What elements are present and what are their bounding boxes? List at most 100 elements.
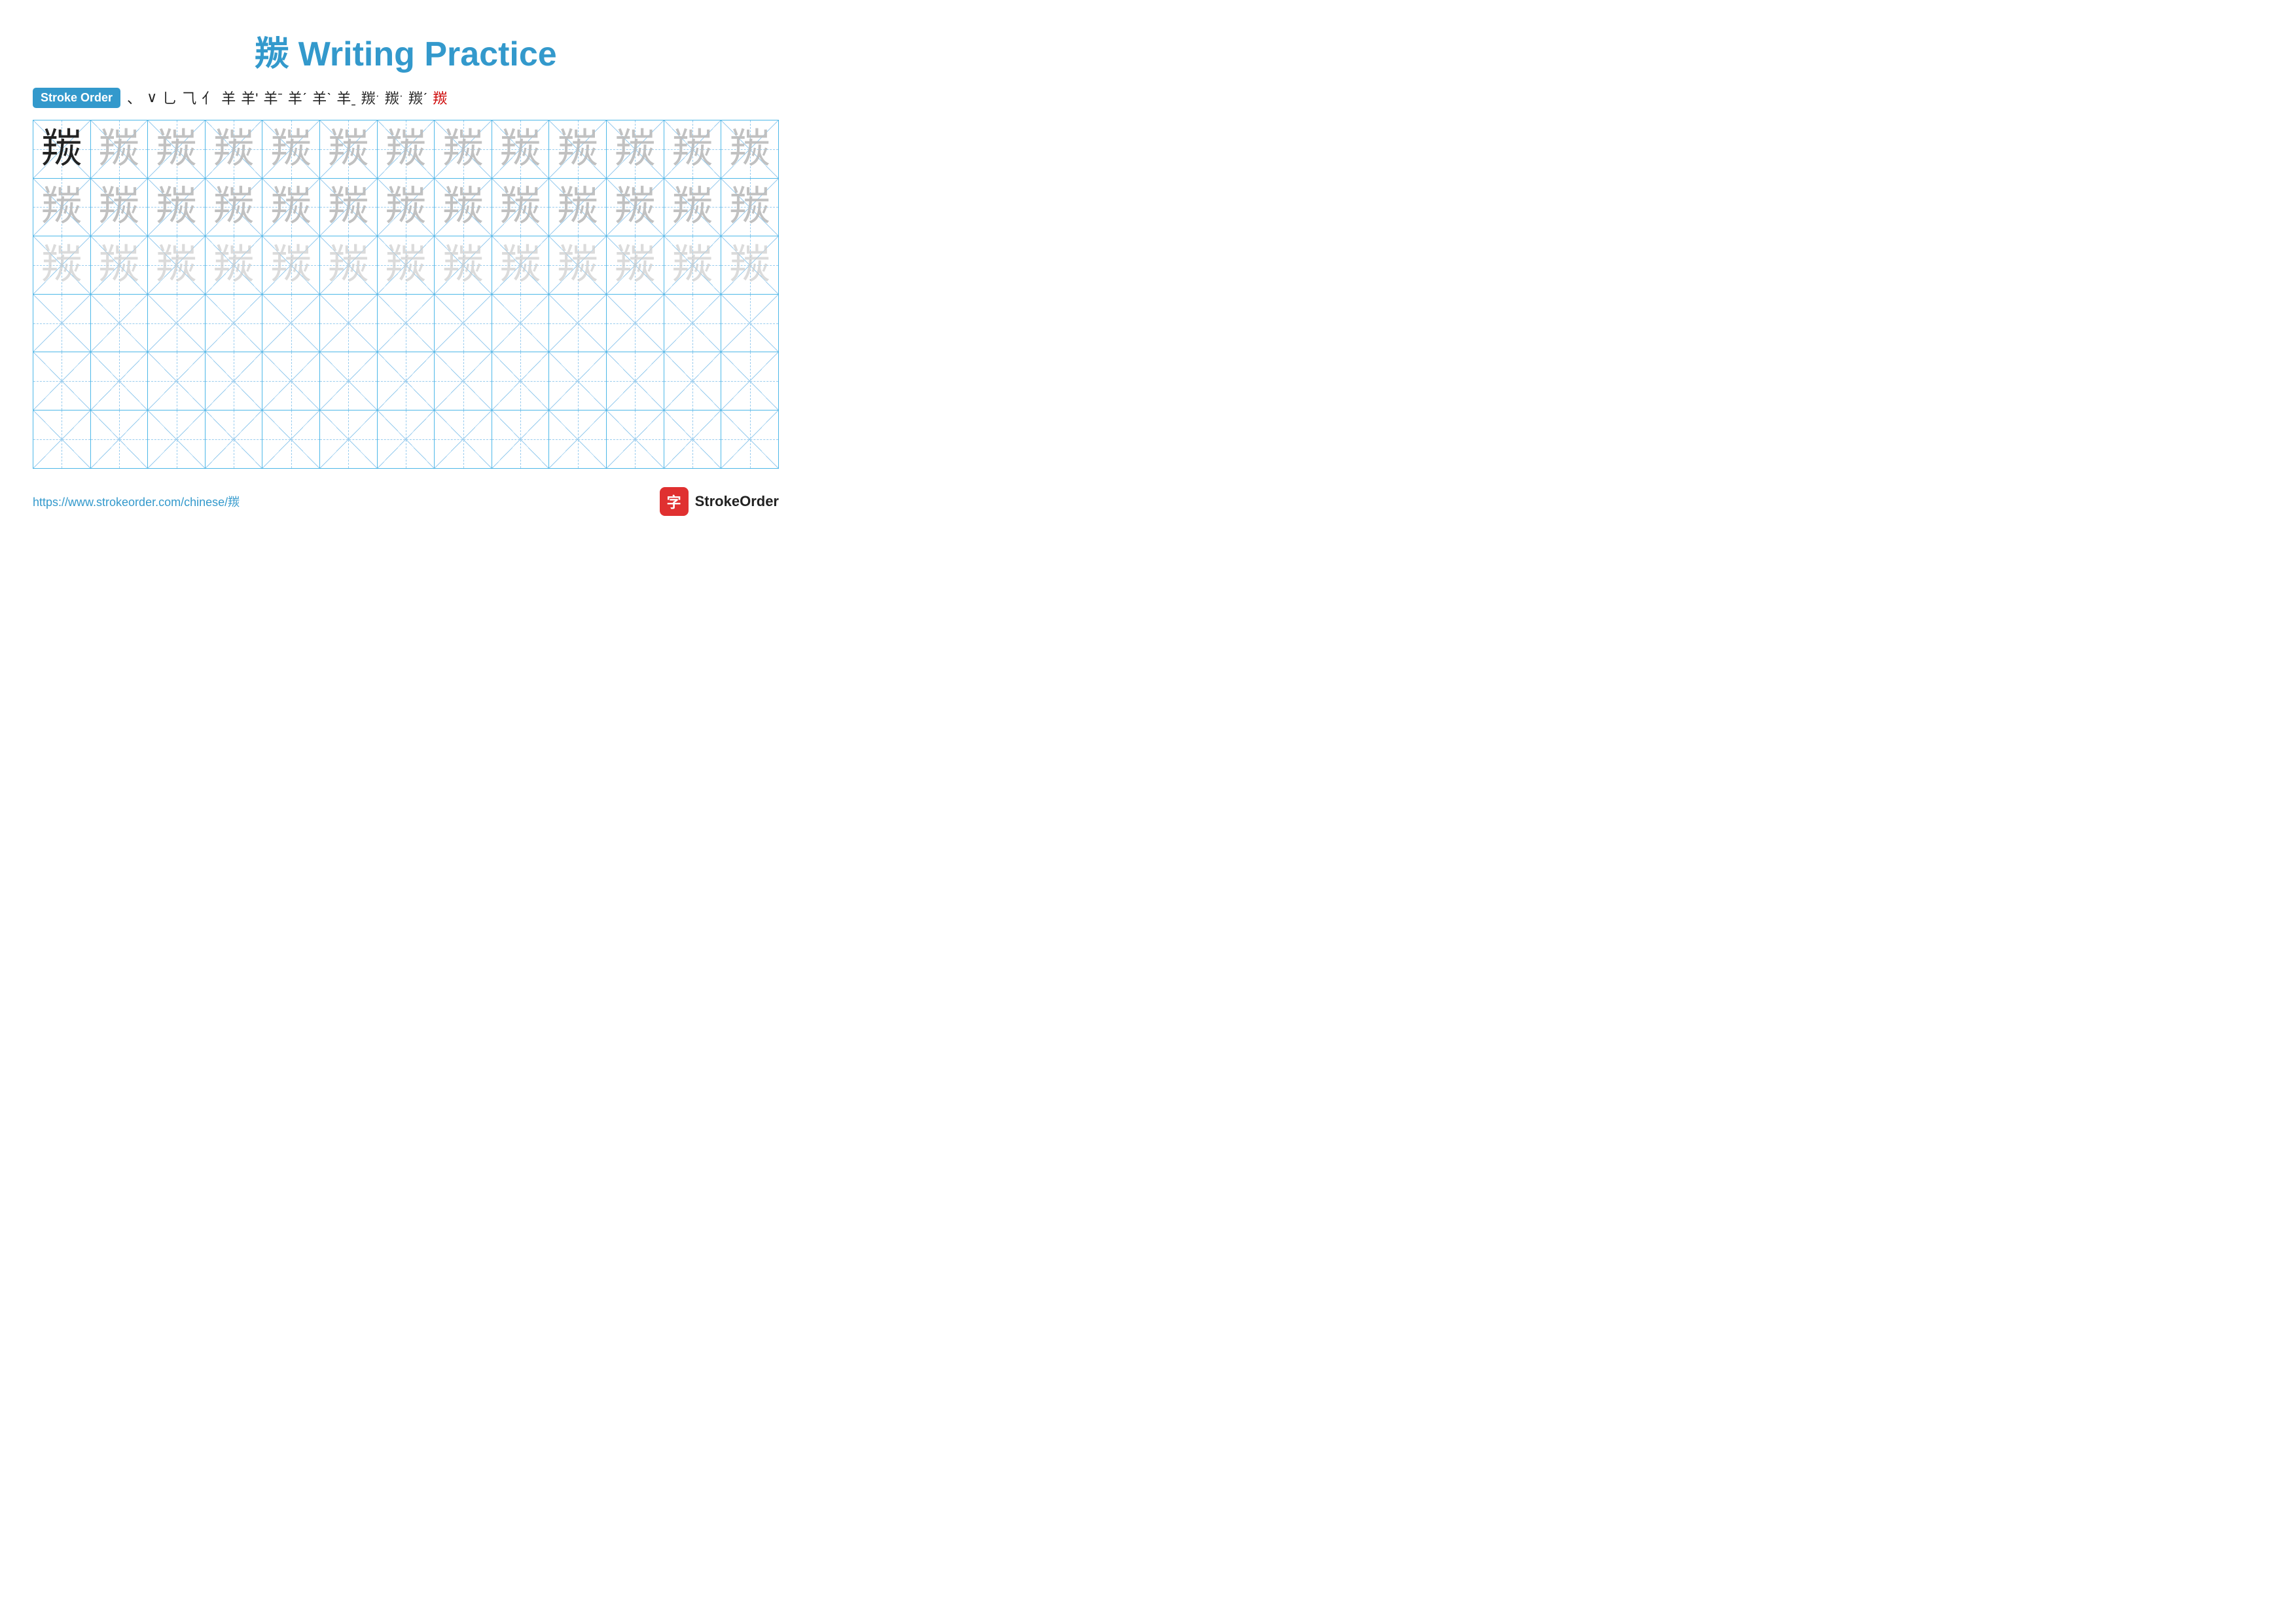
practice-char: 羰	[672, 245, 713, 285]
grid-cell[interactable]: 羰	[607, 179, 664, 236]
grid-cell[interactable]	[492, 295, 550, 352]
grid-cell[interactable]: 羰	[206, 120, 263, 178]
grid-cell[interactable]: 羰	[320, 179, 378, 236]
practice-char: 羰	[615, 129, 655, 170]
practice-char: 羰	[213, 129, 254, 170]
grid-cell[interactable]: 羰	[206, 236, 263, 294]
grid-cell[interactable]	[206, 410, 263, 468]
grid-cell[interactable]	[492, 352, 550, 410]
grid-cell[interactable]	[607, 295, 664, 352]
footer-url[interactable]: https://www.strokeorder.com/chinese/羰	[33, 493, 240, 510]
grid-cell[interactable]	[664, 352, 722, 410]
grid-cell[interactable]	[664, 410, 722, 468]
practice-char: 羰	[213, 245, 254, 285]
grid-cell[interactable]: 羰	[721, 236, 778, 294]
practice-char: 羰	[443, 129, 484, 170]
grid-cell[interactable]	[721, 352, 778, 410]
practice-char: 羰	[730, 245, 770, 285]
practice-grid: 羰羰羰羰羰羰羰羰羰羰羰羰羰羰羰羰羰羰羰羰羰羰羰羰羰羰羰羰羰羰羰羰羰羰羰羰羰羰羰	[33, 120, 779, 469]
grid-cell[interactable]: 羰	[664, 236, 722, 294]
practice-char: 羰	[156, 129, 197, 170]
grid-cell[interactable]: 羰	[91, 179, 149, 236]
grid-cell[interactable]	[549, 352, 607, 410]
footer-logo-icon: 字	[660, 487, 689, 516]
grid-cell[interactable]	[206, 295, 263, 352]
practice-char: 羰	[99, 245, 139, 285]
grid-cell[interactable]: 羰	[435, 179, 492, 236]
grid-cell[interactable]: 羰	[320, 120, 378, 178]
footer-logo-text: StrokeOrder	[695, 493, 779, 510]
grid-cell[interactable]	[378, 295, 435, 352]
grid-cell[interactable]	[262, 295, 320, 352]
grid-cell[interactable]: 羰	[721, 120, 778, 178]
grid-cell[interactable]	[492, 410, 550, 468]
practice-char: 羰	[156, 245, 197, 285]
grid-row: 羰羰羰羰羰羰羰羰羰羰羰羰羰	[33, 179, 778, 237]
grid-cell[interactable]	[664, 295, 722, 352]
grid-cell[interactable]: 羰	[664, 179, 722, 236]
grid-cell[interactable]: 羰	[262, 179, 320, 236]
grid-cell[interactable]: 羰	[492, 120, 550, 178]
grid-cell[interactable]	[91, 295, 149, 352]
grid-cell[interactable]: 羰	[148, 236, 206, 294]
grid-cell[interactable]: 羰	[33, 179, 91, 236]
grid-cell[interactable]	[262, 352, 320, 410]
grid-cell[interactable]: 羰	[435, 120, 492, 178]
grid-cell[interactable]: 羰	[320, 236, 378, 294]
grid-cell[interactable]: 羰	[549, 179, 607, 236]
grid-cell[interactable]	[148, 352, 206, 410]
grid-cell[interactable]	[148, 295, 206, 352]
grid-cell[interactable]: 羰	[33, 236, 91, 294]
grid-cell[interactable]: 羰	[262, 120, 320, 178]
grid-cell[interactable]: 羰	[378, 236, 435, 294]
grid-cell[interactable]	[721, 295, 778, 352]
grid-cell[interactable]: 羰	[206, 179, 263, 236]
grid-cell[interactable]: 羰	[91, 236, 149, 294]
grid-cell[interactable]: 羰	[435, 236, 492, 294]
grid-cell[interactable]: 羰	[721, 179, 778, 236]
grid-cell[interactable]	[549, 295, 607, 352]
stroke-order-badge: Stroke Order	[33, 88, 120, 108]
grid-cell[interactable]: 羰	[549, 236, 607, 294]
grid-cell[interactable]: 羰	[549, 120, 607, 178]
grid-cell[interactable]: 羰	[378, 179, 435, 236]
grid-cell[interactable]: 羰	[607, 236, 664, 294]
practice-char: 羰	[730, 129, 770, 170]
grid-cell[interactable]: 羰	[664, 120, 722, 178]
grid-cell[interactable]	[33, 295, 91, 352]
grid-cell[interactable]: 羰	[607, 120, 664, 178]
grid-cell[interactable]	[607, 410, 664, 468]
grid-cell[interactable]	[320, 410, 378, 468]
grid-cell[interactable]	[91, 410, 149, 468]
grid-cell[interactable]: 羰	[148, 120, 206, 178]
grid-cell[interactable]: 羰	[378, 120, 435, 178]
grid-cell[interactable]	[33, 410, 91, 468]
grid-cell[interactable]	[378, 352, 435, 410]
page-title: 羰 Writing Practice	[33, 26, 779, 75]
grid-cell[interactable]	[206, 352, 263, 410]
grid-cell[interactable]	[435, 295, 492, 352]
grid-cell[interactable]	[320, 352, 378, 410]
stroke-order-row: Stroke Order 、 ∨ ⺃ ⺄ ⺅ 羊 羊' 羊ˉ 羊ˊ 羊ˋ 羊ˍ …	[33, 87, 779, 108]
grid-cell[interactable]: 羰	[492, 236, 550, 294]
grid-cell[interactable]: 羰	[492, 179, 550, 236]
grid-cell[interactable]: 羰	[148, 179, 206, 236]
grid-cell[interactable]	[262, 410, 320, 468]
grid-cell[interactable]: 羰	[33, 120, 91, 178]
practice-char: 羰	[730, 187, 770, 227]
grid-cell[interactable]	[33, 352, 91, 410]
grid-cell[interactable]	[378, 410, 435, 468]
grid-cell[interactable]	[549, 410, 607, 468]
grid-cell[interactable]	[320, 295, 378, 352]
grid-row	[33, 352, 778, 410]
grid-cell[interactable]	[435, 410, 492, 468]
grid-cell[interactable]	[91, 352, 149, 410]
grid-row	[33, 410, 778, 468]
grid-cell[interactable]: 羰	[262, 236, 320, 294]
grid-cell[interactable]	[721, 410, 778, 468]
grid-cell[interactable]: 羰	[91, 120, 149, 178]
grid-cell[interactable]	[435, 352, 492, 410]
grid-cell[interactable]	[607, 352, 664, 410]
grid-cell[interactable]	[148, 410, 206, 468]
practice-char: 羰	[156, 187, 197, 227]
